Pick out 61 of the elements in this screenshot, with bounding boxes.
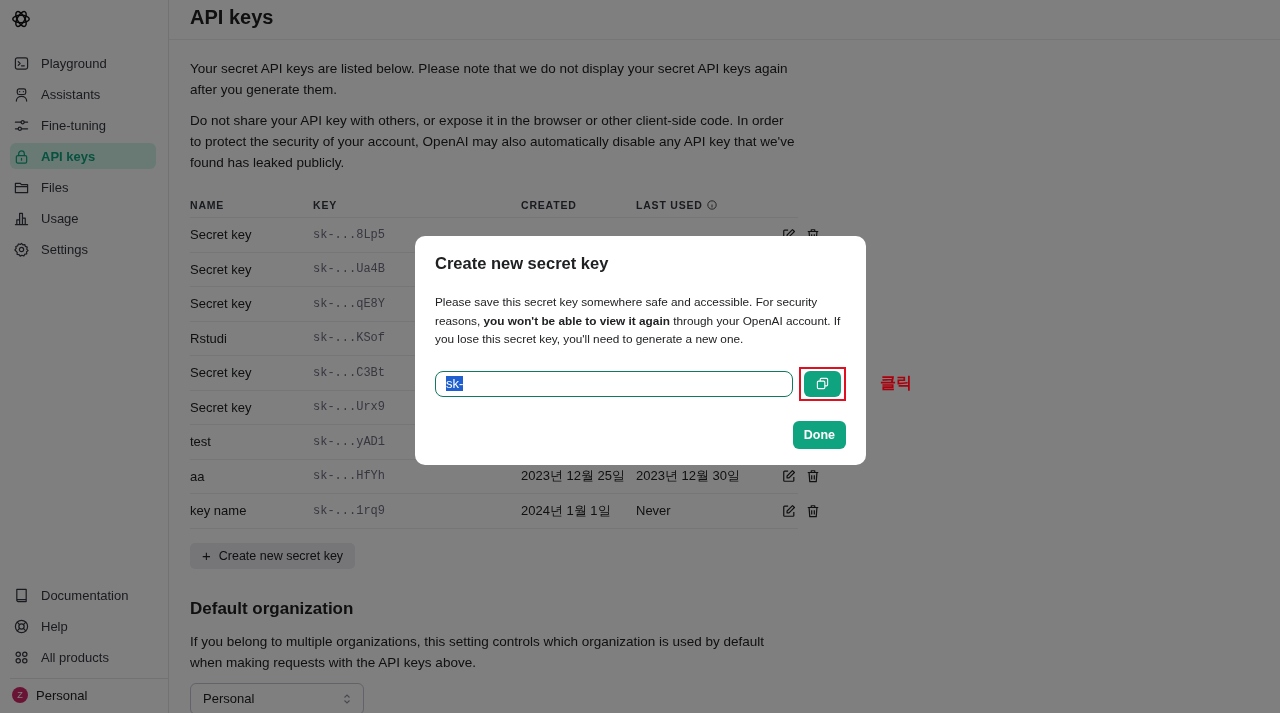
created-date: 2024년 1월 1일 [521,502,611,518]
logo-icon [10,8,32,30]
sidebar-item[interactable]: Documentation [10,582,156,608]
sidebar-item[interactable]: Usage [10,205,156,231]
key-value: sk-...Urx9 [313,400,385,415]
chevron-icon [343,692,351,705]
sidebar-item[interactable]: Playground [10,50,156,76]
key-name: Secret key [190,227,252,243]
key-name: Secret key [190,399,252,415]
account-name[interactable]: Personal [36,687,88,703]
key-value: sk-...Ua4B [313,262,385,277]
page-title: API keys [169,0,1280,40]
sidebar-item[interactable]: Fine-tuning [10,112,156,138]
created-date: 2023년 12월 25일 [521,468,626,484]
sliders-icon [14,117,29,133]
last-used-date: 2023년 12월 30일 [636,468,741,484]
help-icon [14,618,29,634]
annotation-text: 클릭 [880,373,912,393]
sidebar-item[interactable]: All products [10,644,156,670]
description-text: Do not share your API key with others, or expose it in the browser or other client-side code. In order to protect the security of your account, OpenAI may also automatically disable any API key that we've found has leaked publicly. [190,112,796,172]
key-name: Secret key [190,296,252,312]
key-value: sk-...KSof [313,331,385,346]
create-key-button[interactable]: + Create new secret key [190,542,356,569]
key-name: test [190,434,211,450]
key-name: Secret key [190,261,252,277]
secret-key-field[interactable]: sk- [435,370,793,397]
last-used-date: Never [636,503,671,519]
sidebar-item[interactable]: Files [10,174,156,200]
grid-icon [14,649,29,665]
key-name: aa [190,468,205,484]
done-button[interactable]: Done [792,420,846,449]
description-text: Your secret API keys are listed below. Please note that we do not display your secret API keys again after you generate them. [190,60,789,99]
book-icon [14,587,29,603]
key-name: key name [190,503,247,519]
dialog-text: Please save this secret key somewhere safe and accessible. For security reasons, you won't be able to view it again through your OpenAI account. If you lose this secret key, you'll need to generate a new one. [435,294,842,348]
section-title: Default organization [190,598,355,619]
key-value: sk-...yAD1 [313,434,385,449]
key-name: Secret key [190,365,252,381]
terminal-icon [14,55,29,71]
dialog-title: Create new secret key [435,254,610,273]
key-name: Rstudi [190,330,227,346]
sidebar-item[interactable]: Settings [10,236,156,262]
column-header: NAME [190,199,226,211]
sidebar-item[interactable]: Assistants [10,81,156,107]
copy-icon [816,377,829,390]
info-icon [706,200,717,210]
bar-chart-icon [14,210,29,226]
column-header: KEY [313,199,338,211]
column-header: CREATED [521,199,578,211]
lock-icon [14,148,29,164]
sidebar-item[interactable]: Help [10,613,156,639]
key-value: sk-...HfYh [313,469,385,484]
avatar: Z [12,687,28,703]
key-value: sk-...1rq9 [313,503,385,518]
settings-icon [14,241,29,257]
robot-icon [14,86,29,102]
description-text: If you belong to multiple organizations, this setting controls which organization is used by default when making requests with the API keys above. [190,632,766,672]
key-value: sk-...qE8Y [313,296,385,311]
column-header: LAST USED [636,199,764,211]
key-value: sk-...8Lp5 [313,227,385,242]
key-value: sk-...C3Bt [313,365,385,380]
